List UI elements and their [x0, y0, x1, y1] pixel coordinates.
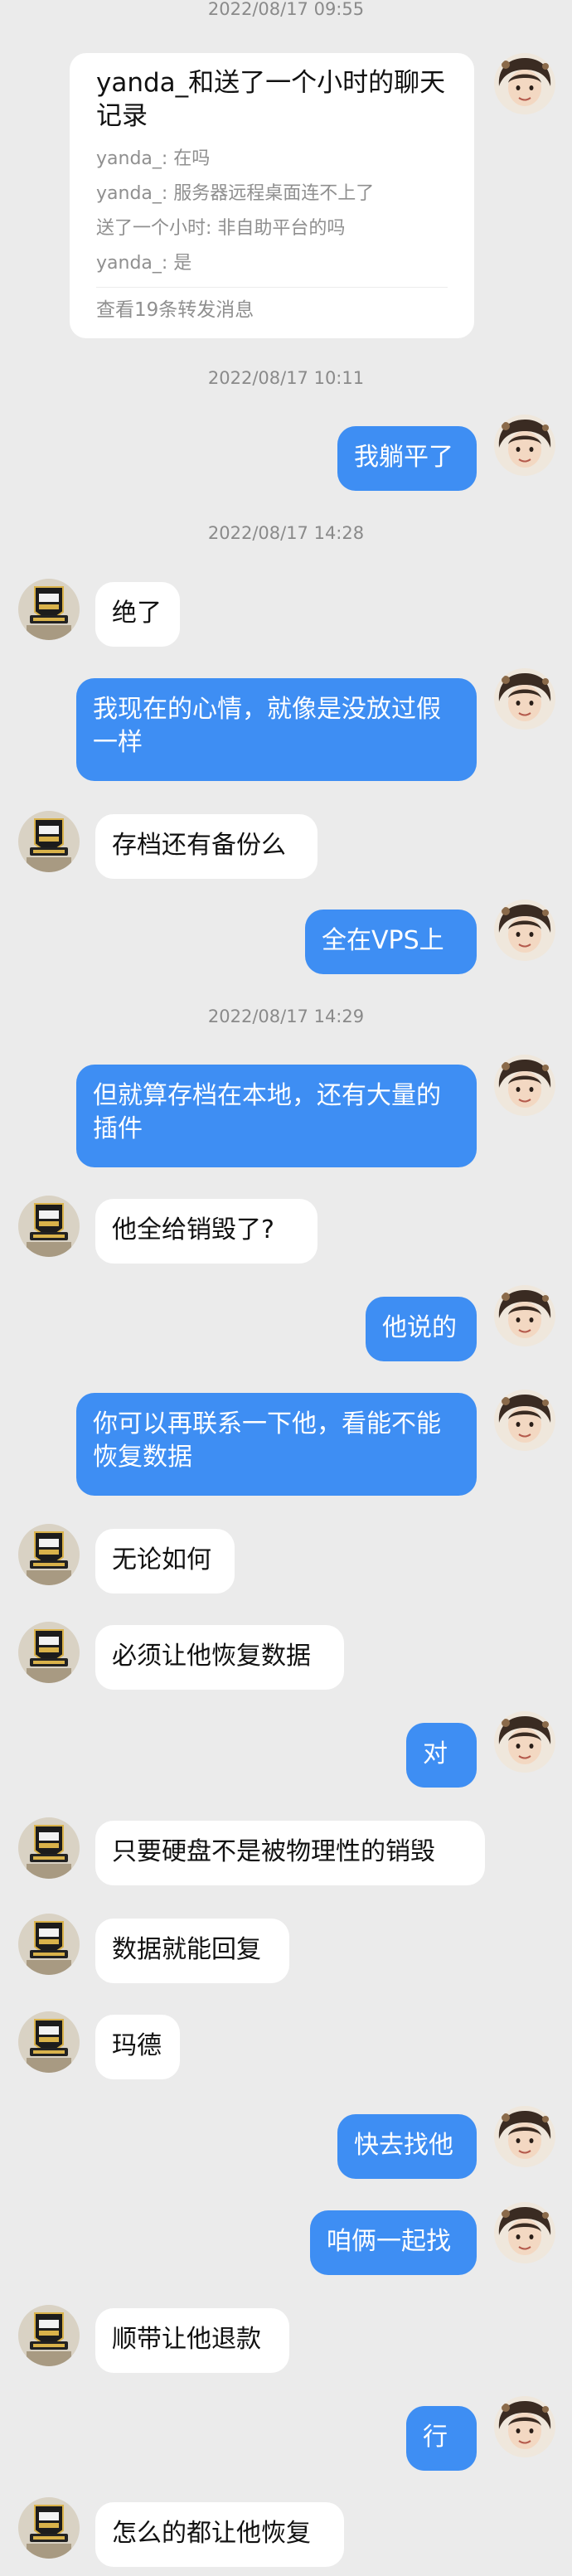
self-avatar[interactable] — [494, 1285, 555, 1346]
self-avatar[interactable] — [494, 1390, 555, 1451]
message-bubble-outgoing[interactable]: 他说的 — [366, 1297, 477, 1361]
message-bubble-incoming[interactable]: 无论如何 — [95, 1529, 235, 1594]
self-avatar[interactable] — [494, 1711, 555, 1773]
message-bubble-incoming[interactable]: 绝了 — [95, 582, 180, 647]
timestamp: 2022/08/17 14:29 — [207, 1007, 365, 1026]
message-bubble-incoming[interactable]: 他全给销毁了? — [95, 1199, 318, 1264]
contact-avatar[interactable] — [18, 2305, 80, 2366]
message-bubble-outgoing[interactable]: 行 — [406, 2406, 477, 2471]
message-bubble-incoming[interactable]: 玛德 — [95, 2015, 180, 2079]
self-avatar[interactable] — [494, 900, 555, 961]
forwarded-chat-card[interactable]: yanda_和送了一个小时的聊天记录 yanda_: 在吗 yanda_: 服务… — [70, 53, 474, 338]
forwarded-chat-line: yanda_: 服务器远程桌面连不上了 — [96, 183, 375, 204]
self-avatar[interactable] — [494, 1055, 555, 1116]
timestamp: 2022/08/17 10:11 — [207, 368, 365, 388]
message-bubble-incoming[interactable]: 存档还有备份么 — [95, 814, 318, 879]
contact-avatar[interactable] — [18, 811, 80, 872]
forwarded-chat-line: yanda_: 是 — [96, 253, 192, 274]
self-avatar[interactable] — [494, 53, 555, 114]
message-bubble-incoming[interactable]: 怎么的都让他恢复 — [95, 2502, 344, 2567]
message-bubble-incoming[interactable]: 顺带让他退款 — [95, 2308, 289, 2373]
contact-avatar[interactable] — [18, 1817, 80, 1879]
self-avatar[interactable] — [494, 415, 555, 476]
message-bubble-outgoing[interactable]: 你可以再联系一下他，看能不能恢复数据 — [76, 1393, 477, 1496]
forwarded-chat-line: yanda_: 在吗 — [96, 148, 211, 169]
message-bubble-outgoing[interactable]: 对 — [406, 1723, 477, 1788]
contact-avatar[interactable] — [18, 1196, 80, 1257]
contact-avatar[interactable] — [18, 1914, 80, 1975]
message-bubble-incoming[interactable]: 只要硬盘不是被物理性的销毁 — [95, 1821, 485, 1885]
message-bubble-outgoing[interactable]: 咱俩一起找 — [310, 2210, 477, 2275]
timestamp: 2022/08/17 14:28 — [207, 523, 365, 543]
message-bubble-incoming[interactable]: 数据就能回复 — [95, 1919, 289, 1983]
contact-avatar[interactable] — [18, 1622, 80, 1683]
message-bubble-outgoing[interactable]: 但就算存档在本地，还有大量的插件 — [76, 1065, 477, 1167]
contact-avatar[interactable] — [18, 2497, 80, 2559]
forwarded-chat-title: yanda_和送了一个小时的聊天记录 — [96, 68, 446, 131]
message-bubble-incoming[interactable]: 必须让他恢复数据 — [95, 1625, 344, 1690]
timestamp: 2022/08/17 09:55 — [207, 0, 365, 19]
message-bubble-outgoing[interactable]: 我现在的心情，就像是没放过假一样 — [76, 678, 477, 781]
view-forwarded-messages-link[interactable]: 查看19条转发消息 — [96, 298, 448, 323]
divider — [96, 287, 448, 288]
contact-avatar[interactable] — [18, 579, 80, 640]
message-bubble-outgoing[interactable]: 快去找他 — [337, 2114, 477, 2179]
contact-avatar[interactable] — [18, 1524, 80, 1585]
message-bubble-outgoing[interactable]: 全在VPS上 — [305, 910, 477, 974]
self-avatar[interactable] — [494, 2106, 555, 2167]
message-bubble-outgoing[interactable]: 我躺平了 — [337, 426, 477, 491]
self-avatar[interactable] — [494, 2202, 555, 2263]
self-avatar[interactable] — [494, 668, 555, 730]
forwarded-chat-line: 送了一个小时: 非自助平台的吗 — [96, 218, 346, 239]
self-avatar[interactable] — [494, 2396, 555, 2457]
contact-avatar[interactable] — [18, 2011, 80, 2073]
